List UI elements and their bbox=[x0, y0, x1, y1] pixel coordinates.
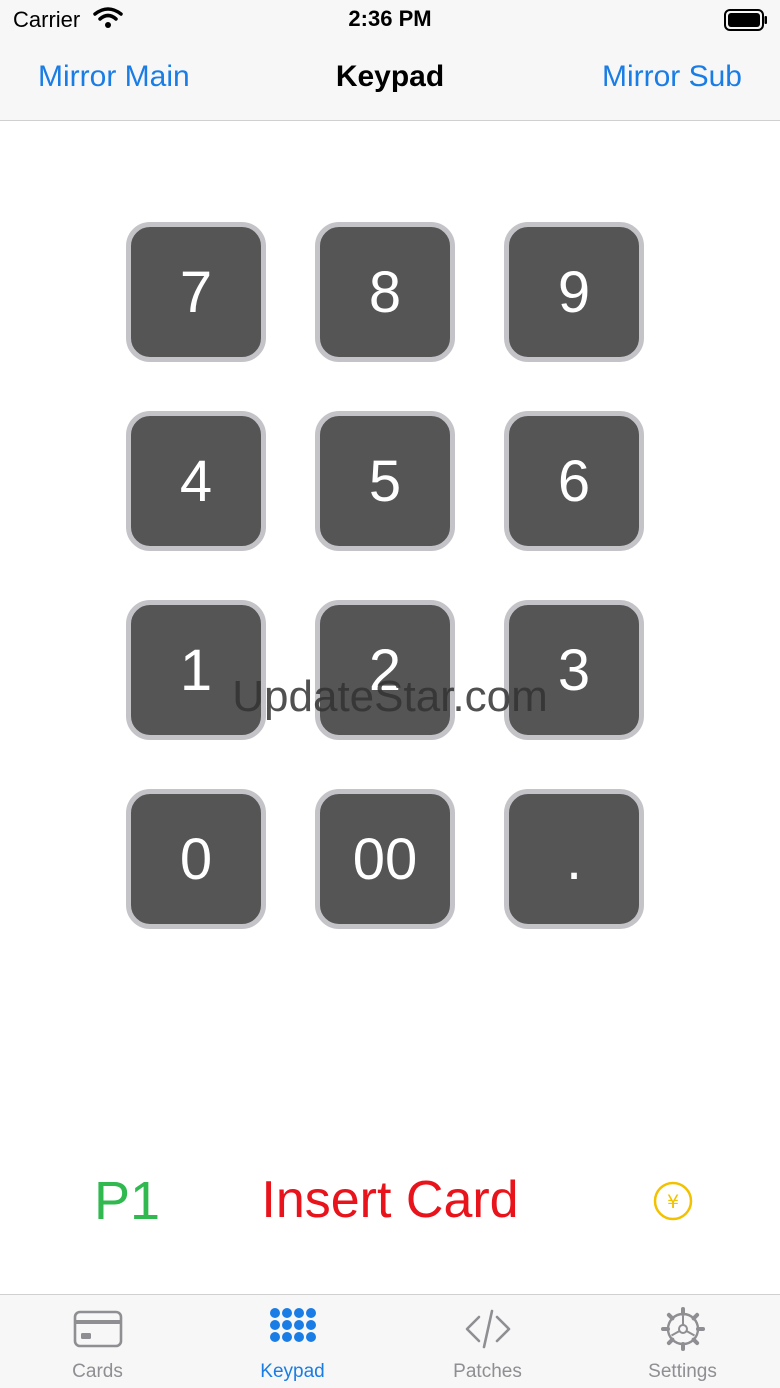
keypad-grid: 7 8 9 4 5 6 1 2 3 0 00 . bbox=[126, 222, 654, 938]
tab-label: Cards bbox=[72, 1361, 123, 1382]
tab-cards[interactable]: Cards bbox=[0, 1295, 195, 1388]
key-00[interactable]: 00 bbox=[315, 789, 455, 929]
player-indicator: P1 bbox=[94, 1171, 161, 1231]
key-8[interactable]: 8 bbox=[315, 222, 455, 362]
key-9[interactable]: 9 bbox=[504, 222, 644, 362]
tab-settings[interactable]: Settings bbox=[585, 1295, 780, 1388]
tab-label: Keypad bbox=[260, 1361, 325, 1382]
tab-patches[interactable]: Patches bbox=[390, 1295, 585, 1388]
tab-keypad[interactable]: Keypad bbox=[195, 1295, 390, 1388]
tab-label: Settings bbox=[648, 1361, 717, 1382]
mirror-main-button[interactable]: Mirror Main bbox=[38, 60, 190, 94]
key-0[interactable]: 0 bbox=[126, 789, 266, 929]
tab-label: Patches bbox=[453, 1361, 522, 1382]
key-1[interactable]: 1 bbox=[126, 600, 266, 740]
card-icon bbox=[73, 1310, 123, 1348]
gear-icon bbox=[661, 1307, 705, 1351]
svg-text:¥: ¥ bbox=[667, 1191, 679, 1213]
key-decimal[interactable]: . bbox=[504, 789, 644, 929]
key-3[interactable]: 3 bbox=[504, 600, 644, 740]
key-7[interactable]: 7 bbox=[126, 222, 266, 362]
battery-icon bbox=[724, 9, 767, 31]
navigation-bar: Mirror Main Keypad Mirror Sub bbox=[0, 40, 780, 121]
code-icon bbox=[465, 1309, 511, 1349]
status-time: 2:36 PM bbox=[348, 6, 432, 31]
status-bar: Carrier 2:36 PM bbox=[0, 0, 780, 40]
key-2[interactable]: 2 bbox=[315, 600, 455, 740]
tab-bar: Cards Keypad Patches Settings bbox=[0, 1294, 780, 1388]
key-4[interactable]: 4 bbox=[126, 411, 266, 551]
yen-coin-icon[interactable]: ¥ bbox=[653, 1181, 693, 1221]
key-5[interactable]: 5 bbox=[315, 411, 455, 551]
key-6[interactable]: 6 bbox=[504, 411, 644, 551]
keypad-grid-icon bbox=[270, 1308, 316, 1342]
mirror-sub-button[interactable]: Mirror Sub bbox=[602, 60, 742, 94]
